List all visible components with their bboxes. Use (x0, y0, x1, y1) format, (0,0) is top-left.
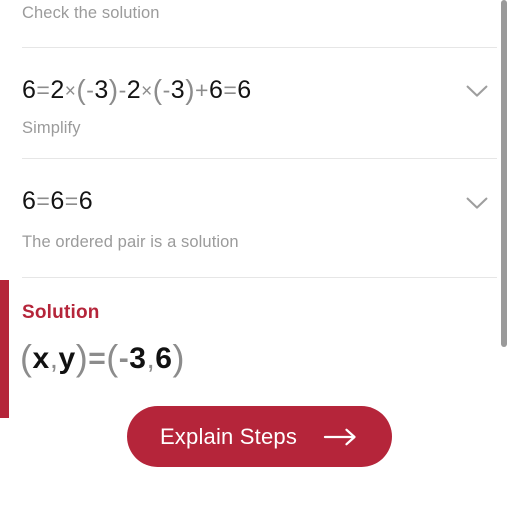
steps-scroll-area[interactable]: Check the solution 6=2×(-3)-2×(-3)+6=6 S… (0, 0, 518, 520)
step-caption-1: Simplify (22, 119, 81, 137)
scrollbar-track[interactable] (501, 0, 513, 520)
arrow-right-icon (323, 427, 359, 447)
step-expression-1: 6=2×(-3)-2×(-3)+6=6 (22, 74, 252, 105)
solution-expression: (x,y)=(-3,6) (20, 337, 185, 378)
chevron-down-icon-2[interactable] (457, 183, 497, 223)
solution-block: Solution (x,y)=(-3,6) (0, 280, 518, 418)
explain-steps-button[interactable]: Explain Steps (127, 406, 392, 467)
explain-steps-label: Explain Steps (159, 423, 298, 449)
chevron-down-icon-1[interactable] (457, 71, 497, 111)
divider-2 (22, 158, 497, 159)
check-solution-caption: Check the solution (22, 4, 160, 22)
step-row-1[interactable]: 6=2×(-3)-2×(-3)+6=6 (22, 74, 474, 108)
math-solver-panel: Check the solution 6=2×(-3)-2×(-3)+6=6 S… (0, 0, 518, 520)
step-caption-2: The ordered pair is a solution (22, 233, 239, 251)
divider-1 (22, 47, 497, 48)
step-expression-2: 6=6=6 (22, 187, 94, 215)
scrollbar-thumb[interactable] (501, 0, 507, 347)
divider-3 (22, 277, 497, 278)
solution-title: Solution (22, 302, 100, 323)
step-row-2[interactable]: 6=6=6 (22, 186, 474, 216)
solution-accent-bar (0, 280, 9, 418)
